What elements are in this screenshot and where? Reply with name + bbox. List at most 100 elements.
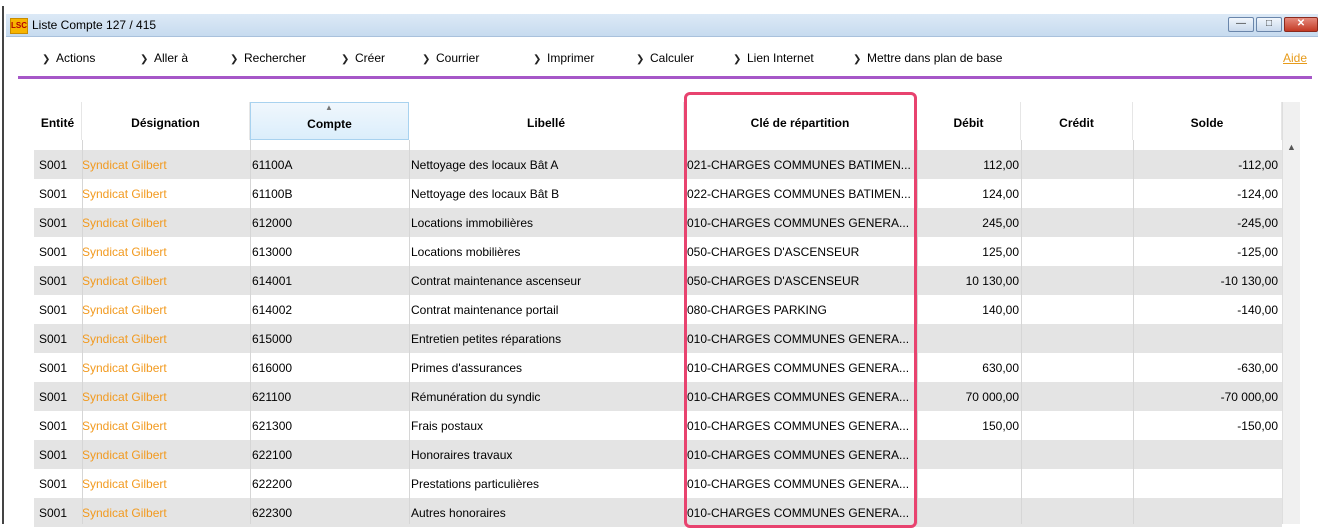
column-header-designation[interactable]: Désignation: [82, 102, 250, 140]
menu-calculer[interactable]: ❯ Calculer: [636, 51, 694, 65]
chevron-right-icon: ❯: [853, 54, 862, 65]
menu-mettre-dans-plan-label: Mettre dans plan de base: [867, 51, 1003, 65]
column-header-credit[interactable]: Crédit: [1021, 102, 1133, 140]
table-row[interactable]: S001 Syndicat Gilbert 622100 Honoraires tra…: [34, 440, 1282, 469]
cell-solde: [1134, 440, 1278, 469]
app-logo-icon: LSC: [10, 18, 28, 34]
cell-debit: 112,00: [983, 158, 1019, 172]
cell-compte: 615000: [252, 332, 293, 346]
cell-libelle: Prestations particulières: [411, 477, 540, 491]
cell-libelle: Entretien petites réparations: [411, 332, 562, 346]
cell-cle-repartition: 050-CHARGES D'ASCENSEUR: [687, 274, 860, 288]
table-row[interactable]: S001 Syndicat Gilbert 612000 Locations immo…: [34, 208, 1282, 237]
menu-imprimer[interactable]: ❯ Imprimer: [533, 51, 594, 65]
minimize-icon[interactable]: —: [1228, 17, 1254, 32]
chevron-down-icon: ❯: [140, 54, 149, 65]
cell-credit: [1022, 150, 1122, 179]
vertical-scrollbar[interactable]: ▲: [1282, 102, 1300, 524]
cell-entite: S001: [39, 187, 68, 201]
menu-lien-internet[interactable]: ❯ Lien Internet: [733, 51, 814, 65]
chevron-down-icon: ❯: [533, 54, 542, 65]
filter-row[interactable]: [34, 140, 1282, 150]
table-row[interactable]: S001 Syndicat Gilbert 615000 Entretien peti…: [34, 324, 1282, 353]
cell-designation: Syndicat Gilbert: [82, 303, 167, 317]
cell-compte: 614001: [252, 274, 293, 288]
cell-compte: 622200: [252, 477, 293, 491]
column-header-entite[interactable]: Entité: [34, 102, 82, 140]
cell-libelle: Autres honoraires: [411, 506, 506, 520]
table-row[interactable]: S001 Syndicat Gilbert 621100 Rémunération d…: [34, 382, 1282, 411]
table-row[interactable]: S001 Syndicat Gilbert 622200 Prestations pa…: [34, 469, 1282, 498]
table-row[interactable]: S001 Syndicat Gilbert 622300 Autres honorai…: [34, 498, 1282, 527]
cell-entite: S001: [39, 419, 68, 433]
cell-cle-repartition: 010-CHARGES COMMUNES GENERA...: [687, 361, 910, 375]
chevron-right-icon: ❯: [341, 54, 350, 65]
table-row[interactable]: S001 Syndicat Gilbert 614001 Contrat mainte…: [34, 266, 1282, 295]
table-row[interactable]: S001 Syndicat Gilbert 614002 Contrat mainte…: [34, 295, 1282, 324]
cell-cle-repartition: 010-CHARGES COMMUNES GENERA...: [687, 390, 910, 404]
menu-rechercher[interactable]: ❯ Rechercher: [230, 51, 306, 65]
table-row[interactable]: S001 Syndicat Gilbert 616000 Primes d'assur…: [34, 353, 1282, 382]
column-header-cle-repartition[interactable]: Clé de répartition: [684, 102, 917, 140]
maximize-icon[interactable]: □: [1256, 17, 1282, 32]
cell-debit: 10 130,00: [965, 274, 1019, 288]
cell-cle-repartition: 010-CHARGES COMMUNES GENERA...: [687, 216, 910, 230]
cell-credit: [1022, 469, 1122, 498]
cell-solde: [1134, 498, 1278, 527]
cell-libelle: Locations immobilières: [411, 216, 534, 230]
table-row[interactable]: S001 Syndicat Gilbert 613000 Locations mobi…: [34, 237, 1282, 266]
cell-solde: -245,00: [1237, 216, 1278, 230]
cell-solde: -112,00: [1238, 158, 1278, 172]
menu-creer-label: Créer: [355, 51, 386, 65]
chevron-down-icon: ❯: [733, 54, 742, 65]
cell-cle-repartition: 010-CHARGES COMMUNES GENERA...: [687, 477, 910, 491]
title-bar: [6, 14, 1318, 37]
table-row[interactable]: S001 Syndicat Gilbert 61100B Nettoyage des …: [34, 179, 1282, 208]
chevron-right-icon: ❯: [422, 54, 431, 65]
menu-mettre-dans-plan-de-base[interactable]: ❯ Mettre dans plan de base: [853, 51, 1002, 65]
window-title: Liste Compte 127 / 415: [32, 18, 157, 32]
cell-solde: [1134, 324, 1278, 353]
cell-libelle: Honoraires travaux: [411, 448, 513, 462]
cell-solde: -10 130,00: [1220, 274, 1278, 288]
menu-imprimer-label: Imprimer: [547, 51, 595, 65]
cell-entite: S001: [39, 158, 68, 172]
cell-debit: [911, 498, 1019, 527]
cell-debit: [911, 469, 1019, 498]
cell-credit: [1022, 295, 1122, 324]
menu-rechercher-label: Rechercher: [244, 51, 307, 65]
column-header-debit[interactable]: Débit: [917, 102, 1021, 140]
column-divider: [1133, 140, 1134, 524]
cell-entite: S001: [39, 506, 68, 520]
menu-creer[interactable]: ❯ Créer: [341, 51, 385, 65]
cell-cle-repartition: 021-CHARGES COMMUNES BATIMEN...: [687, 158, 911, 172]
column-header-solde[interactable]: Solde: [1133, 102, 1282, 140]
cell-compte: 622300: [252, 506, 293, 520]
cell-credit: [1022, 208, 1122, 237]
menu-courrier[interactable]: ❯ Courrier: [422, 51, 479, 65]
menu-courrier-label: Courrier: [436, 51, 480, 65]
cell-cle-repartition: 010-CHARGES COMMUNES GENERA...: [687, 506, 910, 520]
cell-compte: 622100: [252, 448, 293, 462]
cell-compte: 614002: [252, 303, 293, 317]
cell-designation: Syndicat Gilbert: [82, 245, 167, 259]
column-header-libelle[interactable]: Libellé: [409, 102, 684, 140]
cell-solde: -140,00: [1237, 303, 1278, 317]
cell-cle-repartition: 050-CHARGES D'ASCENSEUR: [687, 245, 860, 259]
menu-actions[interactable]: ❯ Actions: [42, 51, 95, 65]
toolbar-accent-line: [18, 76, 1312, 79]
cell-entite: S001: [39, 274, 68, 288]
help-link[interactable]: Aide: [1283, 51, 1307, 65]
close-icon[interactable]: ✕: [1284, 17, 1318, 32]
cell-entite: S001: [39, 477, 68, 491]
cell-solde: -150,00: [1237, 419, 1278, 433]
cell-compte: 621300: [252, 419, 293, 433]
cell-credit: [1022, 266, 1122, 295]
scroll-up-icon[interactable]: ▲: [1287, 142, 1296, 152]
table-row[interactable]: S001 Syndicat Gilbert 621300 Frais postaux 0…: [34, 411, 1282, 440]
menu-lien-internet-label: Lien Internet: [747, 51, 814, 65]
cell-entite: S001: [39, 216, 68, 230]
menu-aller-a[interactable]: ❯ Aller à: [140, 51, 188, 65]
cell-compte: 616000: [252, 361, 293, 375]
table-row[interactable]: S001 Syndicat Gilbert 61100A Nettoyage des …: [34, 150, 1282, 179]
